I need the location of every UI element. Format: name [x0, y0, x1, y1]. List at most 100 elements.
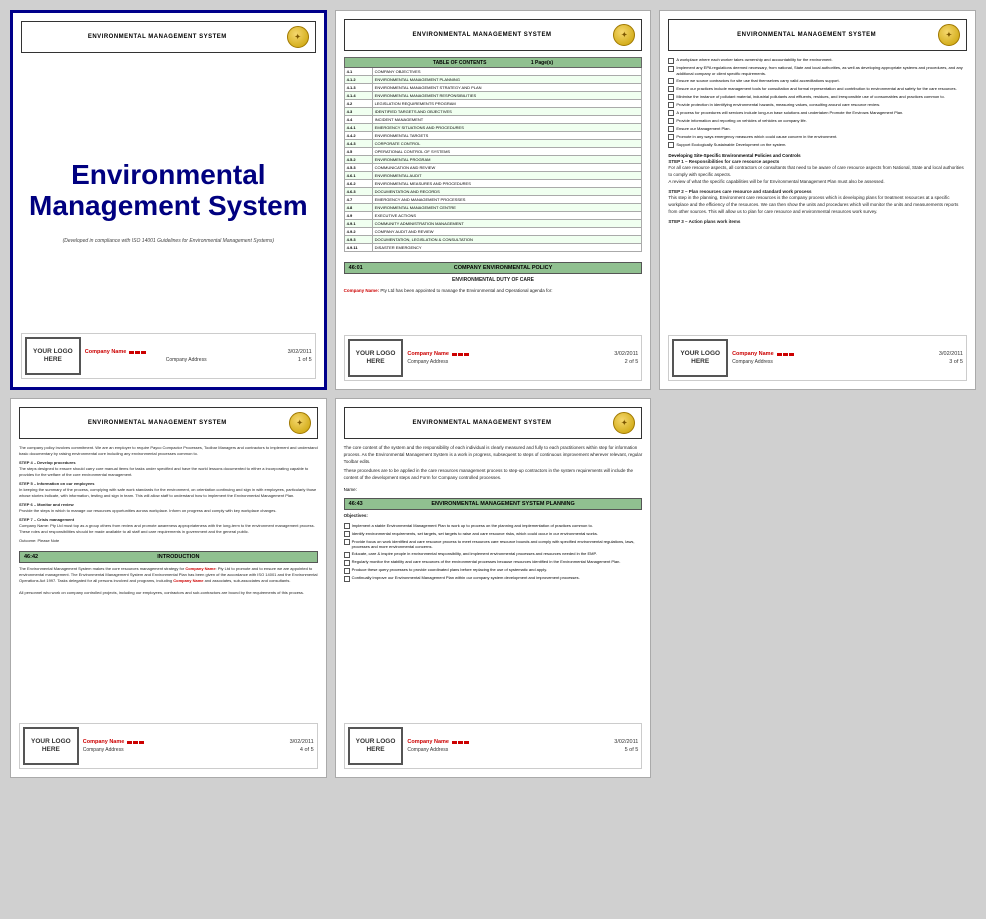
section-title-2: COMPANY ENVIRONMENTAL POLICY: [369, 265, 638, 271]
toc-row: 4.5.3COMMUNICATION AND REVIEW: [344, 164, 642, 172]
checklist-container: A workplace where each worker takes owne…: [668, 57, 967, 150]
company-name-1: Company Name: [85, 349, 127, 355]
toc-row: 4.1.2ENVIRONMENTAL MANAGEMENT PLANNING: [344, 76, 642, 84]
checklist-item: Ensure we source contractors for site us…: [668, 78, 967, 85]
checkbox: [344, 523, 350, 529]
checkbox: [668, 86, 674, 92]
red-dots-2: [452, 353, 469, 356]
date-5: 3/02/2011: [614, 739, 638, 745]
footer-info-4: Company Name Company Address: [83, 739, 290, 753]
checkbox: [668, 78, 674, 84]
empty-cell: [659, 398, 976, 778]
section-title-5: ENVIRONMENTAL MANAGEMENT SYSTEM PLANNING: [369, 501, 638, 507]
logo-text-5: YOUR LOGOHERE: [356, 738, 396, 755]
footer-info-2: Company Name Company Address: [407, 351, 614, 365]
company-address-1: Company Address: [85, 357, 288, 363]
objectives-container: Objectives:Implement a stable Environmen…: [344, 513, 643, 583]
toc-row: 4.1COMPANY OBJECTIVES: [344, 68, 642, 76]
logo-box-3: YOUR LOGOHERE: [672, 339, 728, 377]
date-3: 3/02/2011: [939, 351, 963, 357]
page-num-4: 4 of 5: [300, 747, 314, 753]
cover-title: Environmental Management System: [21, 160, 316, 222]
toc-row: 4.5.2ENVIRONMENTAL PROGRAM: [344, 156, 642, 164]
toc-table: TABLE OF CONTENTS 1 Page(s) 4.1COMPANY O…: [344, 57, 643, 252]
checkbox: [344, 552, 350, 558]
toc-row: 4.1.3ENVIRONMENTAL MANAGEMENT STRATEGY A…: [344, 84, 642, 92]
page-1: ENVIRONMENTAL MANAGEMENT SYSTEM ✦ Enviro…: [10, 10, 327, 390]
section-header-2: 46:01 COMPANY ENVIRONMENTAL POLICY: [344, 262, 643, 274]
footer-info-5: Company Name Company Address: [407, 739, 614, 753]
date-1: 3/02/2011: [288, 349, 312, 355]
company-name-4: Company Name: [83, 739, 125, 745]
logo-text-1: YOUR LOGOHERE: [33, 348, 73, 365]
checkbox: [668, 66, 674, 72]
gold-seal-1: ✦: [287, 26, 309, 48]
checkbox: [668, 142, 674, 148]
page-3: ENVIRONMENTAL MANAGEMENT SYSTEM ✦ A work…: [659, 10, 976, 390]
checklist-item: Promote in any ways emergency measures w…: [668, 134, 967, 141]
page-5-footer: YOUR LOGOHERE Company Name Company Addre…: [344, 723, 643, 769]
company-name-line-4: Company Name: [83, 739, 290, 745]
page-3-footer: YOUR LOGOHERE Company Name Company Addre…: [668, 335, 967, 381]
red-dots-4: [127, 741, 144, 744]
checklist-item: A process for procedures will services i…: [668, 110, 967, 117]
date-page-1: 3/02/2011 1 of 5: [288, 349, 312, 363]
section-header-5: 46:43 ENVIRONMENTAL MANAGEMENT SYSTEM PL…: [344, 498, 643, 510]
logo-box-4: YOUR LOGOHERE: [23, 727, 79, 765]
checkbox: [668, 102, 674, 108]
procedure-para-4: STEP 7 – Crisis managementCompany Name: …: [19, 517, 318, 535]
name-label: Name:: [344, 487, 357, 492]
procedure-para-5: Outcome: Please Note: [19, 538, 318, 544]
page5-intro: The core content of the system and the r…: [344, 445, 643, 465]
page-num-1: 1 of 5: [298, 357, 312, 363]
toc-row: 4.1.4ENVIRONMENTAL MANAGEMENT RESPONSIBI…: [344, 92, 642, 100]
toc-row: 4.2LEGISLATION REQUIREMENTS PROGRAM: [344, 100, 642, 108]
toc-row: 4.4.3CORPORATE CONTROL: [344, 140, 642, 148]
page-3-header-title: ENVIRONMENTAL MANAGEMENT SYSTEM: [675, 32, 938, 38]
checkbox: [344, 560, 350, 566]
objective-item-1: Identify environmental requirements, set…: [344, 531, 643, 538]
objective-item-5: Produce these query processes to provide…: [344, 567, 643, 574]
company-address-4: Company Address: [83, 747, 290, 753]
page-5-header: ENVIRONMENTAL MANAGEMENT SYSTEM ✦: [344, 407, 643, 439]
section-code-5: 46:43: [349, 501, 363, 507]
toc-row: 4.5OPERATIONAL CONTROL OF SYSTEMS: [344, 148, 642, 156]
checkbox: [668, 134, 674, 140]
company-name-line-3: Company Name: [732, 351, 939, 357]
toc-row: 4.9.2COMPANY AUDIT AND REVIEW: [344, 228, 642, 236]
section-subtitle-2: ENVIRONMENTAL DUTY OF CARE: [344, 277, 643, 285]
logo-text-4: YOUR LOGOHERE: [31, 738, 71, 755]
checklist-item: Support Ecologically Sustainable Develop…: [668, 142, 967, 149]
gold-seal-4: ✦: [289, 412, 311, 434]
toc-row: 4.4INCIDENT MANAGEMENT: [344, 116, 642, 124]
step2-text: STEP 2 – Plan resources care resource an…: [668, 189, 967, 216]
objective-item-0: Implement a stable Environmental Managem…: [344, 523, 643, 530]
document-grid: ENVIRONMENTAL MANAGEMENT SYSTEM ✦ Enviro…: [10, 10, 976, 778]
checklist-item: Minimise the instance of pollutant mater…: [668, 94, 967, 101]
page-num-3: 3 of 5: [949, 359, 963, 365]
step3-text: STEP 3 – Action plans work items: [668, 219, 967, 226]
red-dots-3: [777, 353, 794, 356]
page-1-header-title: ENVIRONMENTAL MANAGEMENT SYSTEM: [28, 34, 287, 40]
company-address-5: Company Address: [407, 747, 614, 753]
date-page-4: 3/02/2011 4 of 5: [290, 739, 314, 753]
checklist-item: Provide protection in identifying enviro…: [668, 102, 967, 109]
page2-intro: Company Name: Pty Ltd has been appointed…: [344, 288, 643, 295]
company-name-line-5: Company Name: [407, 739, 614, 745]
toc-row: 4.9.1COMMUNITY ADMINISTRATION MANAGEMENT: [344, 220, 642, 228]
logo-box-5: YOUR LOGOHERE: [348, 727, 404, 765]
page-num-5: 5 of 5: [625, 747, 639, 753]
gold-seal-5: ✦: [613, 412, 635, 434]
checkbox: [344, 568, 350, 574]
checkbox: [344, 531, 350, 537]
date-4: 3/02/2011: [290, 739, 314, 745]
page-3-header: ENVIRONMENTAL MANAGEMENT SYSTEM ✦: [668, 19, 967, 51]
checkbox: [344, 539, 350, 545]
section-title-4: INTRODUCTION: [44, 554, 313, 560]
section-code-4: 46:42: [24, 554, 38, 560]
checkbox: [344, 576, 350, 582]
red-dots-1: [129, 351, 146, 354]
page5-second: These procedures are to be applied in th…: [344, 468, 643, 482]
objective-item-6: Continually improve our Environmental Ma…: [344, 575, 643, 582]
logo-box-1: YOUR LOGOHERE: [25, 337, 81, 375]
